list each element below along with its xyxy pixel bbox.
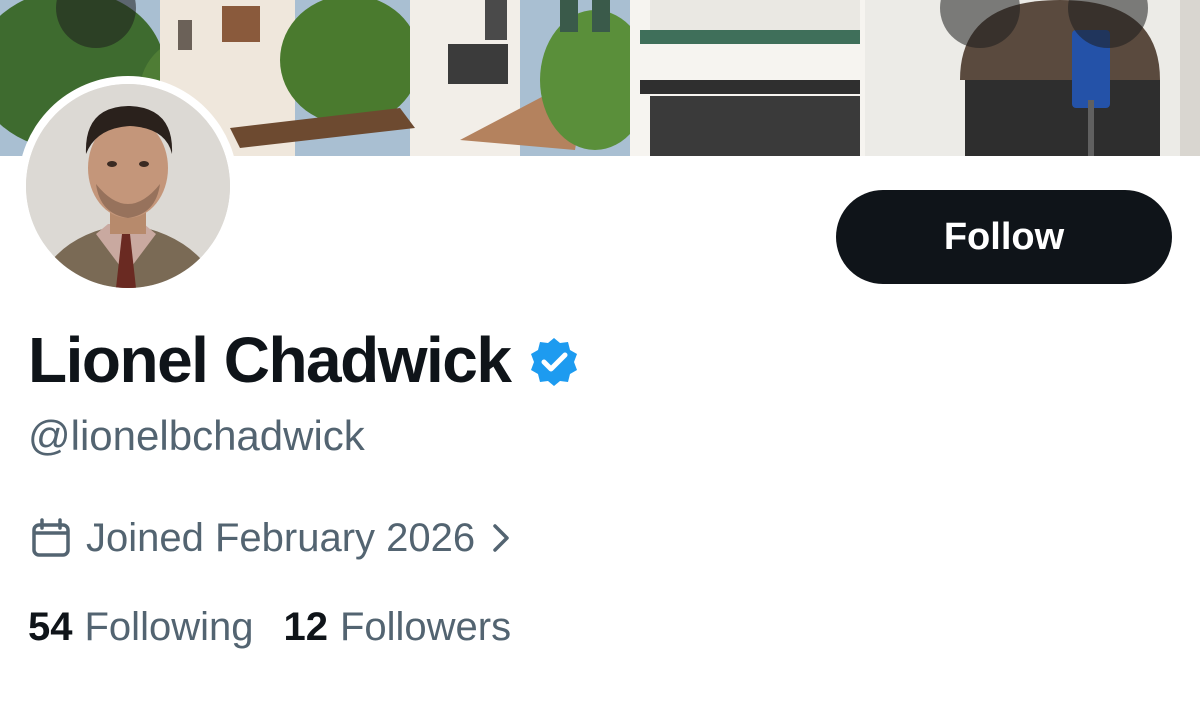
search-icon: [940, 0, 984, 12]
followers-label: Followers: [339, 604, 512, 649]
followers-count: 12: [283, 604, 328, 649]
avatar-border: [18, 76, 238, 296]
avatar-image: [26, 84, 230, 288]
profile-page: Follow Lionel Chadwick @lionelbchadwick …: [0, 0, 1200, 718]
verified-badge-icon[interactable]: [528, 336, 580, 388]
calendar-icon: [32, 518, 70, 557]
avatar[interactable]: [26, 84, 230, 288]
display-name: Lionel Chadwick: [28, 324, 512, 396]
follow-stats: 54 Following 12 Followers: [28, 600, 511, 654]
followers-link[interactable]: 12 Followers: [283, 605, 511, 650]
joined-date-text: Joined February 2026: [86, 515, 476, 560]
following-label: Following: [84, 604, 254, 649]
chevron-right-icon: [493, 524, 509, 552]
following-link[interactable]: 54 Following: [28, 605, 253, 650]
user-handle: @lionelbchadwick: [28, 412, 365, 459]
joined-date-row[interactable]: Joined February 2026: [30, 512, 513, 564]
arrow-left-icon: [56, 0, 96, 8]
display-name-row: Lionel Chadwick: [28, 322, 580, 398]
follow-button[interactable]: Follow: [836, 190, 1172, 284]
following-count: 54: [28, 604, 73, 649]
